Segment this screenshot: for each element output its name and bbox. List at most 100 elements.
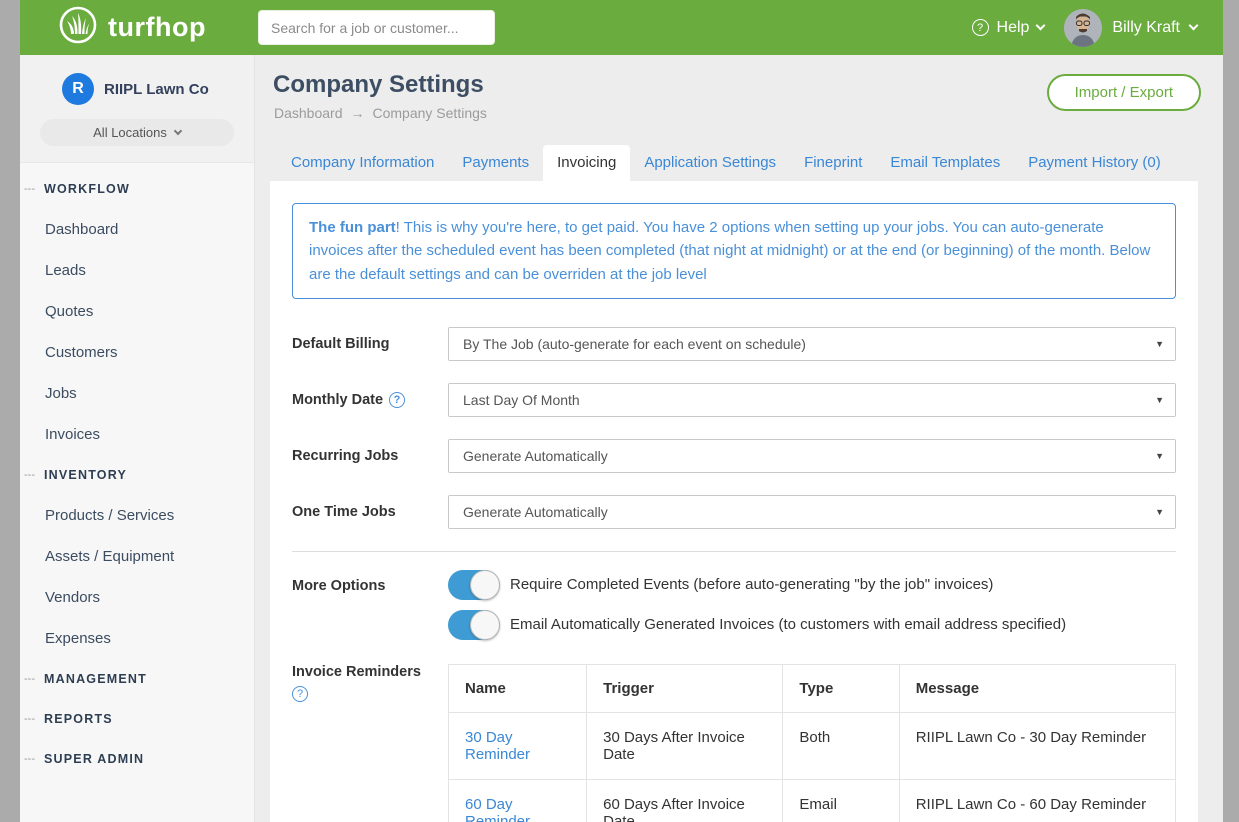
sidebar-section-super-admin[interactable]: --- SUPER ADMIN [20,739,254,779]
tab-email-templates[interactable]: Email Templates [876,145,1014,181]
turfhop-logo[interactable]: turfhop [58,5,256,50]
reminder-message: RIIPL Lawn Co - 60 Day Reminder [899,779,1175,822]
tab-application-settings[interactable]: Application Settings [630,145,790,181]
sidebar-section-inventory[interactable]: --- INVENTORY [20,455,254,495]
reminder-name-link[interactable]: 30 Day Reminder [449,712,587,779]
invoice-reminders-section: Invoice Reminders ? Name Trigger Type Me… [292,664,1176,822]
reminder-type: Both [783,712,899,779]
reminder-type: Email [783,779,899,822]
one-time-jobs-select[interactable]: Generate Automatically ▼ [448,495,1176,529]
sidebar-item-invoices[interactable]: Invoices [20,414,254,455]
help-icon: ? [972,19,989,36]
sidebar-item-quotes[interactable]: Quotes [20,291,254,332]
chevron-down-icon [1189,21,1199,31]
select-value: Generate Automatically [463,448,608,464]
import-export-button[interactable]: Import / Export [1047,74,1201,111]
select-caret-icon: ▼ [1155,451,1164,461]
locations-label: All Locations [93,125,167,140]
field-recurring-jobs: Recurring Jobs Generate Automatically ▼ [292,439,1176,473]
sidebar-section-reports[interactable]: --- REPORTS [20,699,254,739]
section-label: REPORTS [44,712,113,726]
section-label: MANAGEMENT [44,672,147,686]
section-dashes-icon: --- [24,183,35,195]
email-generated-invoices-label: Email Automatically Generated Invoices (… [510,616,1066,633]
invoicing-panel: The fun part! This is why you're here, t… [270,181,1198,822]
company-badge: R [62,73,94,105]
require-completed-events-toggle[interactable] [448,570,500,600]
search-input[interactable]: Search for a job or customer... [258,10,495,45]
default-billing-label: Default Billing [292,336,448,352]
select-caret-icon: ▼ [1155,339,1164,349]
invoice-reminders-help-icon[interactable]: ? [292,686,308,702]
tab-payments[interactable]: Payments [448,145,543,181]
sidebar-item-customers[interactable]: Customers [20,332,254,373]
reminder-message: RIIPL Lawn Co - 30 Day Reminder [899,712,1175,779]
company-name: RIIPL Lawn Co [104,81,209,98]
info-lead: The fun part [309,219,396,236]
reminder-trigger: 60 Days After Invoice Date [587,779,783,822]
field-monthly-date: Monthly Date ? Last Day Of Month ▼ [292,383,1176,417]
user-menu[interactable]: Billy Kraft [1064,9,1197,47]
email-generated-invoices-row: Email Automatically Generated Invoices (… [448,610,1176,640]
invoicing-info-box: The fun part! This is why you're here, t… [292,203,1176,299]
monthly-date-help-icon[interactable]: ? [389,392,405,408]
one-time-jobs-label: One Time Jobs [292,504,448,520]
recurring-jobs-select[interactable]: Generate Automatically ▼ [448,439,1176,473]
breadcrumb-dashboard[interactable]: Dashboard [274,105,343,121]
table-header-row: Name Trigger Type Message [449,664,1176,712]
monthly-date-label: Monthly Date ? [292,392,448,408]
section-dashes-icon: --- [24,673,35,685]
sidebar-item-leads[interactable]: Leads [20,250,254,291]
section-dashes-icon: --- [24,753,35,765]
top-navbar: turfhop Search for a job or customer... … [20,0,1223,55]
sidebar-item-expenses[interactable]: Expenses [20,618,254,659]
section-label: SUPER ADMIN [44,752,144,766]
tab-fineprint[interactable]: Fineprint [790,145,876,181]
company-row[interactable]: R RIIPL Lawn Co [20,73,254,105]
sidebar-item-jobs[interactable]: Jobs [20,373,254,414]
default-billing-select[interactable]: By The Job (auto-generate for each event… [448,327,1176,361]
settings-tabs: Company Information Payments Invoicing A… [277,145,1175,181]
search-placeholder: Search for a job or customer... [271,20,459,36]
col-header-name: Name [449,664,587,712]
user-name: Billy Kraft [1112,19,1180,37]
tab-payment-history[interactable]: Payment History (0) [1014,145,1175,181]
invoice-reminders-table: Name Trigger Type Message 30 Day Reminde… [448,664,1176,822]
tab-company-information[interactable]: Company Information [277,145,448,181]
logo-wordmark: turfhop [108,12,206,43]
sidebar: R RIIPL Lawn Co All Locations --- WORKFL… [20,55,255,822]
chevron-down-icon [1036,21,1046,31]
table-row: 60 Day Reminder 60 Days After Invoice Da… [449,779,1176,822]
reminder-trigger: 30 Days After Invoice Date [587,712,783,779]
section-dashes-icon: --- [24,713,35,725]
main-content: Company Settings Dashboard → Company Set… [255,55,1223,822]
window-edge-left [0,0,20,822]
monthly-date-select[interactable]: Last Day Of Month ▼ [448,383,1176,417]
sidebar-section-workflow[interactable]: --- WORKFLOW [20,169,254,209]
sidebar-item-assets-equipment[interactable]: Assets / Equipment [20,536,254,577]
help-menu[interactable]: ? Help [972,19,1045,37]
email-generated-invoices-toggle[interactable] [448,610,500,640]
select-value: Last Day Of Month [463,392,580,408]
sidebar-item-products-services[interactable]: Products / Services [20,495,254,536]
tab-invoicing[interactable]: Invoicing [543,145,630,181]
section-label: INVENTORY [44,468,127,482]
breadcrumb-current: Company Settings [373,105,487,121]
require-completed-events-row: Require Completed Events (before auto-ge… [448,570,1176,600]
reminder-name-link[interactable]: 60 Day Reminder [449,779,587,822]
sidebar-section-management[interactable]: --- MANAGEMENT [20,659,254,699]
chevron-down-icon [174,127,182,135]
window-scrollbar[interactable] [1223,0,1239,822]
section-divider [292,551,1176,552]
info-rest: ! This is why you're here, to get paid. … [309,219,1150,283]
locations-dropdown[interactable]: All Locations [40,119,234,146]
more-options-label: More Options [292,570,448,640]
help-label: Help [997,19,1030,37]
sidebar-item-vendors[interactable]: Vendors [20,577,254,618]
field-default-billing: Default Billing By The Job (auto-generat… [292,327,1176,361]
sidebar-item-dashboard[interactable]: Dashboard [20,209,254,250]
select-value: By The Job (auto-generate for each event… [463,336,806,352]
section-label: WORKFLOW [44,182,130,196]
select-value: Generate Automatically [463,504,608,520]
table-row: 30 Day Reminder 30 Days After Invoice Da… [449,712,1176,779]
